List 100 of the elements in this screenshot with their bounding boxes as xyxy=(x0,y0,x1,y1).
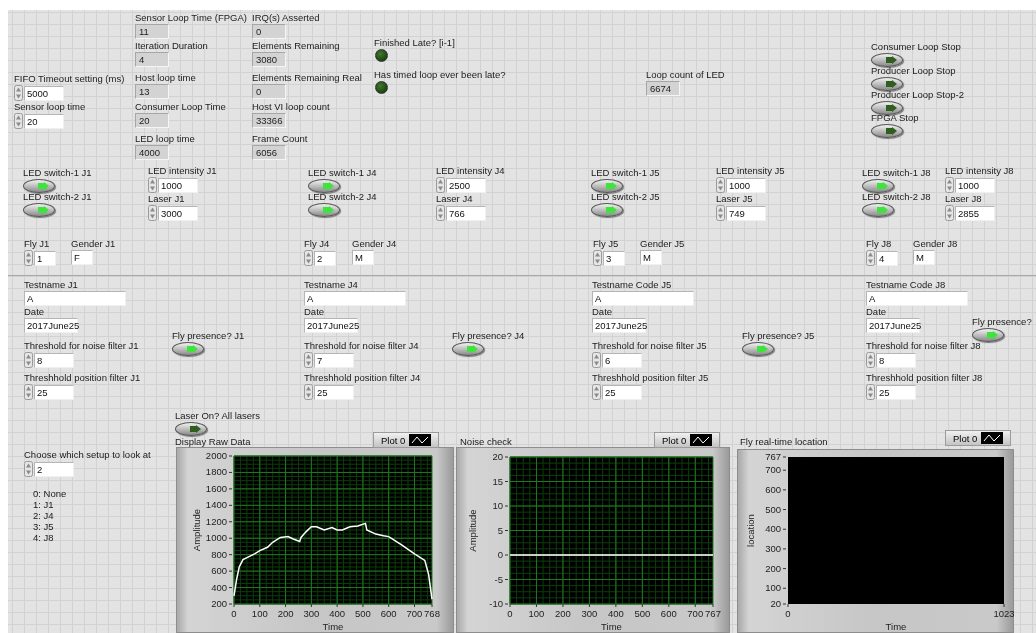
axis-title: Amplitude xyxy=(467,509,478,552)
legend-text: 0: None xyxy=(33,488,67,499)
legend-text: 1: J1 xyxy=(33,499,55,510)
line-style-icon xyxy=(690,434,713,446)
plot-legend[interactable]: Plot 0 xyxy=(945,430,1011,446)
spinner-icon[interactable] xyxy=(24,384,33,400)
tick-label: 0 xyxy=(507,608,513,619)
spinner-icon[interactable] xyxy=(14,113,23,129)
control-label: LED switch-1 J4 xyxy=(308,167,377,178)
numeric-indicator: 4 xyxy=(135,52,169,67)
text-field[interactable]: 2017June25 xyxy=(592,318,646,333)
spinner-icon[interactable] xyxy=(593,250,602,266)
axis-title: Amplitude xyxy=(191,508,202,552)
control-label: LED switch-1 J5 xyxy=(591,167,660,178)
control-label: Noise check xyxy=(460,436,512,447)
line-style-icon xyxy=(409,434,432,446)
control-label: Threshold for noise filter J1 xyxy=(24,340,139,351)
spinner-icon[interactable] xyxy=(866,250,875,266)
spinner-icon[interactable] xyxy=(866,384,875,400)
control-label: Testname Code J5 xyxy=(592,279,672,290)
control-label: Fly presence? J1 xyxy=(172,330,245,341)
spinner-icon[interactable] xyxy=(866,352,875,368)
tick-label: 200 xyxy=(555,608,571,619)
spinner-icon[interactable] xyxy=(592,384,601,400)
text-field[interactable]: 2017June25 xyxy=(866,318,920,333)
control-label: Gender J1 xyxy=(71,238,116,249)
control-label: Threshhold position filter J1 xyxy=(24,372,141,383)
spinner-icon[interactable] xyxy=(592,352,601,368)
control-label: Threshold for noise filter J8 xyxy=(866,340,981,351)
control-label: LED loop time xyxy=(135,133,195,144)
control-label: Gender J8 xyxy=(913,238,958,249)
plot-legend[interactable]: Plot 0 xyxy=(373,432,439,448)
text-field[interactable]: M xyxy=(640,250,662,265)
control-label: Date xyxy=(24,306,45,317)
tick-label: 700 xyxy=(687,608,704,619)
spinner-icon[interactable] xyxy=(24,250,33,266)
numeric-indicator: 20 xyxy=(135,113,169,128)
tick-label: 1000 xyxy=(205,532,227,544)
control-label: Iteration Duration xyxy=(135,40,208,51)
control-label: Elements Remaining Real xyxy=(252,72,362,83)
spinner-icon[interactable] xyxy=(945,205,954,221)
text-field[interactable]: A xyxy=(592,291,694,306)
spinner-icon[interactable] xyxy=(14,85,23,101)
tick-label: 500 xyxy=(765,503,781,515)
spinner-icon[interactable] xyxy=(716,205,725,221)
axis-title: location xyxy=(745,514,756,547)
spinner-icon[interactable] xyxy=(24,461,33,477)
spinner-icon[interactable] xyxy=(436,177,445,193)
tick-label: -10 xyxy=(489,598,503,609)
legend-text: 3: J5 xyxy=(33,521,55,532)
spinner-icon[interactable] xyxy=(148,205,157,221)
spinner-icon[interactable] xyxy=(304,352,313,368)
control-label: Fly real-time location xyxy=(740,436,828,447)
control-label: LED intensity J5 xyxy=(716,165,785,176)
tick-label: 15 xyxy=(492,475,503,487)
control-label: Display Raw Data xyxy=(175,436,251,447)
text-field[interactable]: M xyxy=(913,250,935,265)
control-label: FIFO Timeout setting (ms) xyxy=(14,73,125,84)
control-label: Loop count of LED xyxy=(646,69,725,80)
tick-label: 1023 xyxy=(993,608,1015,619)
tick-label: 10 xyxy=(492,500,503,511)
control-label: Threshold for noise filter J4 xyxy=(304,340,419,351)
numeric-indicator: 33366 xyxy=(252,113,286,128)
tick-label: 600 xyxy=(211,565,227,577)
tick-label: 200 xyxy=(765,562,781,574)
control-label: Laser J4 xyxy=(436,193,473,204)
control-label: Threshhold position filter J5 xyxy=(592,372,709,383)
legend-text: 2: J4 xyxy=(33,510,55,521)
numeric-indicator: 0 xyxy=(252,84,286,99)
control-label: FPGA Stop xyxy=(871,112,919,123)
text-field[interactable]: A xyxy=(304,291,406,306)
spinner-icon[interactable] xyxy=(945,177,954,193)
spinner-icon[interactable] xyxy=(436,205,445,221)
text-field[interactable]: 2017June25 xyxy=(24,318,78,333)
control-label: Fly presence? J4 xyxy=(452,330,525,341)
spinner-icon[interactable] xyxy=(148,177,157,193)
control-label: Finished Late? [i-1] xyxy=(374,37,455,48)
text-field[interactable]: M xyxy=(352,250,374,265)
control-label: Laser J8 xyxy=(945,193,982,204)
spinner-icon[interactable] xyxy=(24,352,33,368)
text-field[interactable]: 2017June25 xyxy=(304,318,358,333)
legend-text: 4: J8 xyxy=(33,532,55,543)
plot-legend[interactable]: Plot 0 xyxy=(654,432,720,448)
spinner-icon[interactable] xyxy=(716,177,725,193)
control-label: Has timed loop ever been late? xyxy=(374,69,506,80)
control-label: Fly presence? xyxy=(972,316,1032,327)
numeric-indicator: 6674 xyxy=(646,81,680,96)
control-label: IRQ(s) Asserted xyxy=(252,12,320,23)
control-label: Testname Code J8 xyxy=(866,279,946,290)
numeric-indicator: 3080 xyxy=(252,52,286,67)
text-field[interactable]: F xyxy=(71,250,93,265)
spinner-icon[interactable] xyxy=(304,384,313,400)
control-label: Host VI loop count xyxy=(252,101,330,112)
tick-label: 0 xyxy=(497,549,503,560)
control-label: Threshhold position filter J8 xyxy=(866,372,983,383)
tick-label: 300 xyxy=(303,608,320,619)
control-label: LED switch-1 J8 xyxy=(862,167,931,178)
text-field[interactable]: A xyxy=(866,291,968,306)
spinner-icon[interactable] xyxy=(304,250,313,266)
text-field[interactable]: A xyxy=(24,291,126,306)
